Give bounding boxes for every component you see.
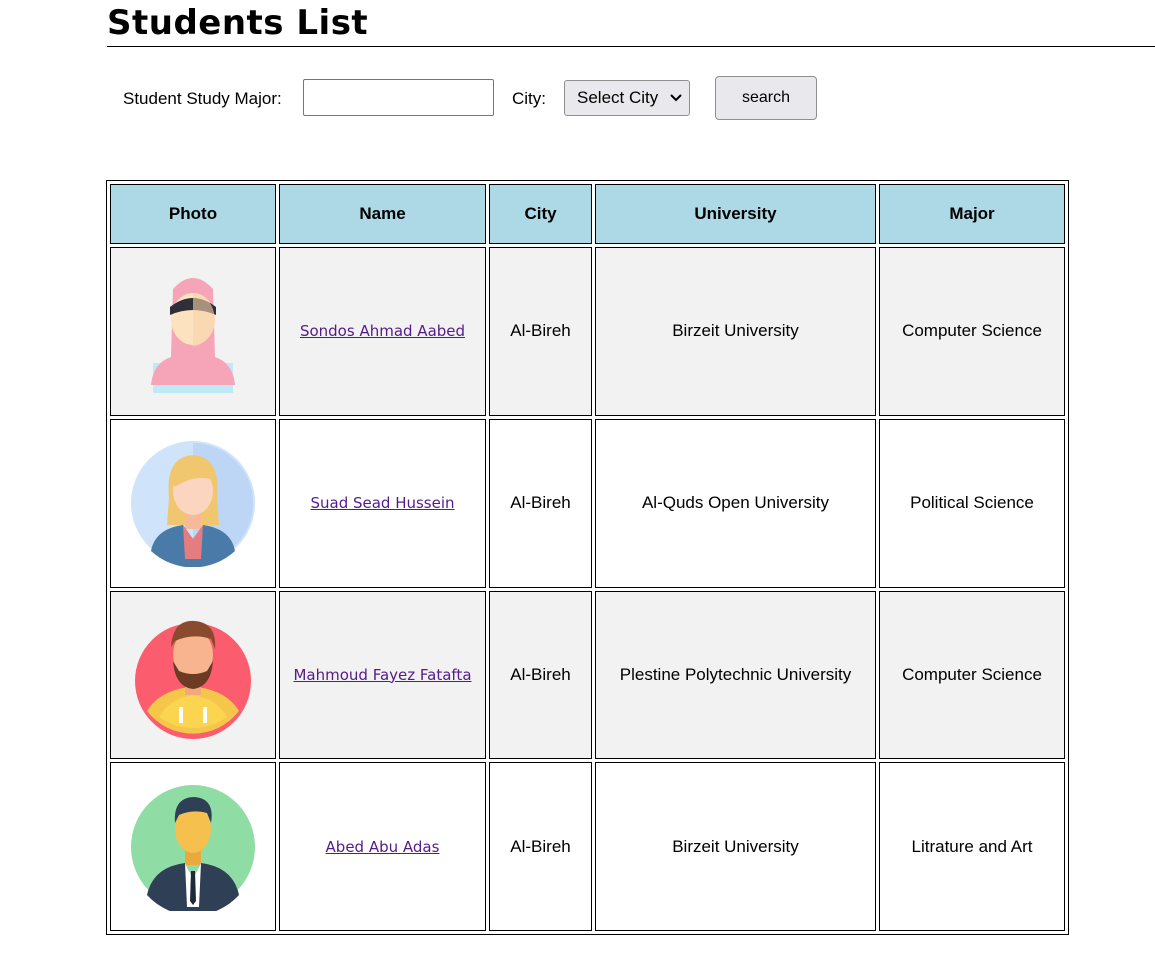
city-select-value: Select City	[577, 88, 659, 107]
major-input[interactable]	[303, 79, 494, 116]
search-button[interactable]: search	[715, 76, 817, 120]
student-name-link[interactable]: Mahmoud Fayez Fatafta	[293, 666, 471, 684]
avatar-man-beard-icon	[135, 620, 251, 739]
student-name-link[interactable]: Suad Sead Hussein	[310, 494, 454, 512]
name-cell: Sondos Ahmad Aabed	[279, 247, 486, 416]
header-university: University	[595, 184, 876, 244]
major-cell: Political Science	[879, 418, 1065, 588]
university-cell: Birzeit University	[595, 247, 876, 416]
header-city: City	[489, 184, 592, 244]
table-row: Suad Sead Hussein Al-Bireh Al-Quds Open …	[110, 418, 1065, 588]
header-photo: Photo	[110, 184, 276, 244]
table-header-row: Photo Name City University Major	[110, 184, 1065, 244]
major-cell: Computer Science	[879, 590, 1065, 760]
name-cell: Suad Sead Hussein	[279, 418, 486, 588]
city-cell: Al-Bireh	[489, 418, 592, 588]
photo-cell	[110, 247, 276, 416]
name-cell: Mahmoud Fayez Fatafta	[279, 590, 486, 760]
filter-bar: Student Study Major: City: Select City s…	[0, 0, 1155, 140]
university-cell: Birzeit University	[595, 762, 876, 931]
university-cell: Al-Quds Open University	[595, 418, 876, 588]
photo-cell	[110, 418, 276, 588]
header-name: Name	[279, 184, 486, 244]
city-cell: Al-Bireh	[489, 247, 592, 416]
student-name-link[interactable]: Sondos Ahmad Aabed	[300, 322, 465, 340]
major-cell: Litrature and Art	[879, 762, 1065, 931]
chevron-down-icon	[670, 94, 682, 102]
major-cell: Computer Science	[879, 247, 1065, 416]
city-cell: Al-Bireh	[489, 590, 592, 760]
photo-cell	[110, 590, 276, 760]
photo-cell	[110, 762, 276, 931]
table-row: Sondos Ahmad Aabed Al-Bireh Birzeit Univ…	[110, 247, 1065, 416]
city-cell: Al-Bireh	[489, 762, 592, 931]
table-row: Mahmoud Fayez Fatafta Al-Bireh Plestine …	[110, 590, 1065, 760]
city-select[interactable]: Select City	[564, 80, 690, 116]
major-label: Student Study Major:	[123, 89, 282, 108]
student-name-link[interactable]: Abed Abu Adas	[326, 838, 440, 856]
table-row: Abed Abu Adas Al-Bireh Birzeit Universit…	[110, 762, 1065, 931]
avatar-woman-blonde-icon	[131, 441, 255, 568]
avatar-man-suit-icon	[131, 784, 255, 911]
avatar-woman-hijab-icon	[151, 278, 235, 394]
students-table: Photo Name City University Major Sondos …	[106, 180, 1069, 935]
name-cell: Abed Abu Adas	[279, 762, 486, 931]
city-label: City:	[512, 89, 546, 108]
university-cell: Plestine Polytechnic University	[595, 590, 876, 760]
header-major: Major	[879, 184, 1065, 244]
